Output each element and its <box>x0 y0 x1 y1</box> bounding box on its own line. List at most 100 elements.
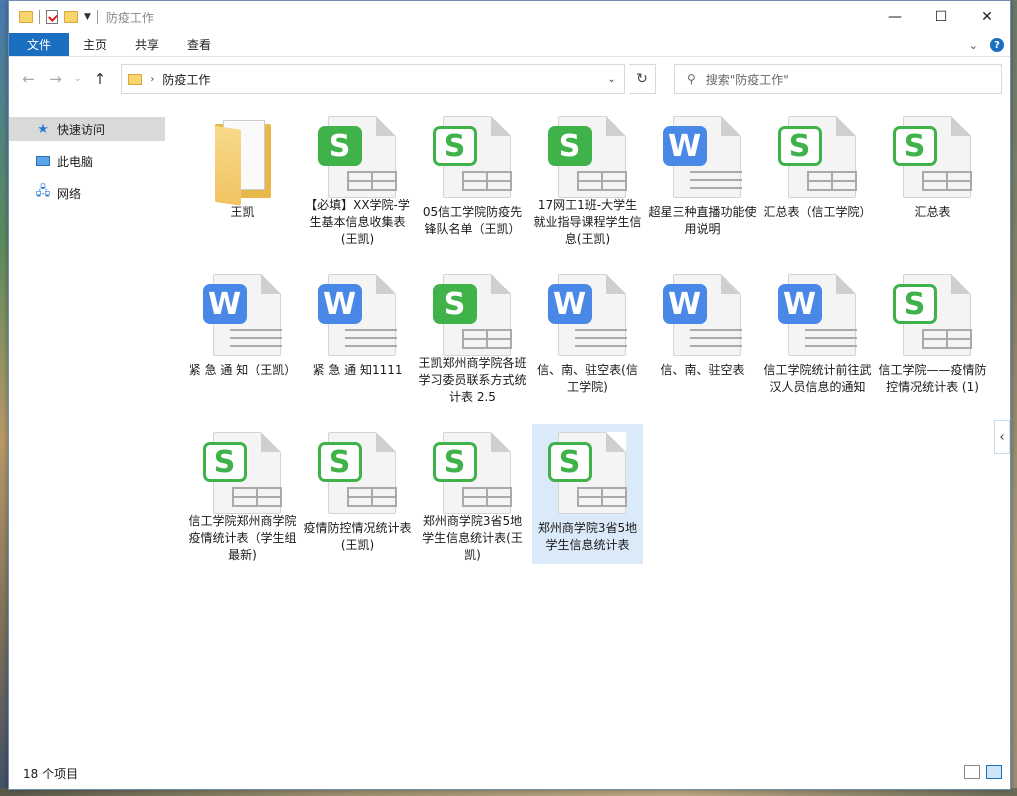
file-list: S王凯S【必填】XX学院-学生基本信息收集表(王凯)S05信工学院防疫先锋队名单… <box>167 102 1010 757</box>
file-name: 王凯 <box>230 205 255 219</box>
spreadsheet-icon: S <box>432 114 513 200</box>
document-icon: W <box>317 272 398 358</box>
close-button[interactable]: ✕ <box>964 1 1010 33</box>
tab-share[interactable]: 共享 <box>121 33 173 56</box>
explorer-window: ▼ 防疫工作 — ☐ ✕ 文件 主页 共享 查看 ⌄ ? ← → ⌄ ↑ › 防… <box>8 0 1011 790</box>
file-name: 疫情防控情况统计表(王凯) <box>303 521 412 552</box>
new-folder-icon[interactable] <box>64 11 78 23</box>
network-icon: 🖧 <box>35 184 51 199</box>
file-item[interactable]: S 17网工1班-大学生就业指导课程学生信息(王凯) <box>532 108 643 248</box>
file-item[interactable]: W 超星三种直播功能使用说明 <box>647 108 758 248</box>
file-name: 超星三种直播功能使用说明 <box>648 205 757 236</box>
file-item[interactable]: W 紧 急 通 知（王凯） <box>187 266 298 406</box>
file-item[interactable]: S 郑州商学院3省5地学生信息统计表 <box>532 424 643 564</box>
spreadsheet-icon: S <box>432 430 513 514</box>
main-area: ★ 快速访问 此电脑 🖧 网络 S王凯S【必填】XX学院-学生基本信息收集表(王… <box>9 102 1010 757</box>
item-count: 18 个项目 <box>23 766 79 781</box>
file-name: 紧 急 通 知1111 <box>312 363 403 377</box>
file-name: 信工学院统计前往武汉人员信息的通知 <box>763 363 872 394</box>
folder-icon: S <box>203 114 283 206</box>
file-name: 汇总表 <box>914 205 951 219</box>
file-grid: S王凯S【必填】XX学院-学生基本信息收集表(王凯)S05信工学院防疫先锋队名单… <box>187 108 992 582</box>
minimize-button[interactable]: — <box>872 1 918 33</box>
file-item[interactable]: S 汇总表（信工学院） <box>762 108 873 248</box>
view-buttons <box>964 765 1002 779</box>
chevron-down-icon[interactable]: ▼ <box>84 12 91 22</box>
tab-view[interactable]: 查看 <box>173 33 225 56</box>
nav-item-label: 快速访问 <box>57 122 106 137</box>
chevron-left-icon[interactable]: ‹ <box>994 420 1010 454</box>
search-input[interactable]: ⚲ 搜索"防疫工作" <box>673 64 1003 94</box>
nav-item-network[interactable]: 🖧 网络 <box>9 181 166 205</box>
document-icon: W <box>662 114 743 200</box>
ribbon-right-controls: ⌄ ? <box>969 33 1004 57</box>
file-name: 王凯郑州商学院各班学习委员联系方式统计表 2.5 <box>418 356 527 404</box>
file-name: 郑州商学院3省5地学生信息统计表(王凯) <box>422 514 523 562</box>
spreadsheet-icon: S <box>202 430 283 514</box>
expand-ribbon-icon[interactable]: ⌄ <box>969 39 978 52</box>
spreadsheet-icon: S <box>547 430 628 516</box>
spreadsheet-icon: S <box>777 114 858 200</box>
breadcrumb[interactable]: 防疫工作 <box>162 71 210 88</box>
title-bar: ▼ 防疫工作 — ☐ ✕ <box>9 1 1010 33</box>
nav-item-quick-access[interactable]: ★ 快速访问 <box>9 117 165 141</box>
nav-item-this-pc[interactable]: 此电脑 <box>9 149 166 173</box>
file-item[interactable]: S 疫情防控情况统计表(王凯) <box>302 424 413 564</box>
file-name: 信、南、驻空表 <box>660 363 745 377</box>
folder-icon[interactable] <box>19 11 33 23</box>
file-item[interactable]: S 信工学院——疫情防控情况统计表 (1) <box>877 266 988 406</box>
file-item[interactable]: S王凯 <box>187 108 298 248</box>
file-name: 信、南、驻空表(信工学院) <box>537 363 638 394</box>
nav-item-label: 此电脑 <box>57 154 94 169</box>
file-name: 信工学院郑州商学院疫情统计表（学生组最新) <box>188 514 297 562</box>
file-item[interactable]: S 汇总表 <box>877 108 988 248</box>
up-button[interactable]: ↑ <box>88 67 111 91</box>
details-view-icon[interactable] <box>964 765 980 779</box>
toolbar-divider <box>96 10 98 24</box>
file-item[interactable]: S 王凯郑州商学院各班学习委员联系方式统计表 2.5 <box>417 266 528 406</box>
properties-icon[interactable] <box>46 10 58 24</box>
spreadsheet-icon: S <box>547 114 628 198</box>
navigation-pane: ★ 快速访问 此电脑 🖧 网络 <box>9 102 167 757</box>
tab-home[interactable]: 主页 <box>69 33 121 56</box>
help-icon[interactable]: ? <box>990 38 1004 52</box>
document-icon: W <box>202 272 283 358</box>
address-dropdown-icon[interactable]: ⌄ <box>598 65 624 93</box>
file-name: 信工学院——疫情防控情况统计表 (1) <box>878 363 987 394</box>
large-icons-view-icon[interactable] <box>986 765 1002 779</box>
refresh-button[interactable]: ↻ <box>629 64 656 94</box>
file-item[interactable]: S 信工学院郑州商学院疫情统计表（学生组最新) <box>187 424 298 564</box>
recent-locations-icon[interactable]: ⌄ <box>71 67 84 91</box>
spreadsheet-icon: S <box>317 430 398 516</box>
file-name: 汇总表（信工学院） <box>763 205 872 219</box>
file-name: 紧 急 通 知（王凯） <box>188 363 297 377</box>
file-item[interactable]: W 信工学院统计前往武汉人员信息的通知 <box>762 266 873 406</box>
window-title: 防疫工作 <box>105 10 154 25</box>
file-item[interactable]: W 信、南、驻空表(信工学院) <box>532 266 643 406</box>
file-name: 17网工1班-大学生就业指导课程学生信息(王凯) <box>533 198 642 246</box>
tab-file[interactable]: 文件 <box>9 33 70 56</box>
computer-icon <box>35 154 51 168</box>
file-name: 05信工学院防疫先锋队名单（王凯） <box>422 205 523 236</box>
spreadsheet-icon: S <box>317 114 398 198</box>
status-bar: 18 个项目 <box>9 757 1010 789</box>
forward-button[interactable]: → <box>44 67 67 91</box>
ribbon-tabs: 文件 主页 共享 查看 ⌄ ? <box>9 33 1010 57</box>
file-item[interactable]: S 郑州商学院3省5地学生信息统计表(王凯) <box>417 424 528 564</box>
toolbar-divider <box>39 10 40 24</box>
quick-access-toolbar: ▼ <box>19 10 98 24</box>
chevron-right-icon[interactable]: › <box>150 74 154 85</box>
star-icon: ★ <box>37 121 49 137</box>
search-placeholder: 搜索"防疫工作" <box>705 72 789 87</box>
address-bar[interactable]: › 防疫工作 ⌄ <box>121 64 626 94</box>
file-item[interactable]: W 信、南、驻空表 <box>647 266 758 406</box>
spreadsheet-icon: S <box>892 114 973 200</box>
back-button[interactable]: ← <box>17 67 40 91</box>
spreadsheet-icon: S <box>892 272 973 358</box>
file-item[interactable]: W 紧 急 通 知1111 <box>302 266 413 406</box>
folder-icon <box>128 73 143 85</box>
document-icon: W <box>547 272 628 358</box>
file-item[interactable]: S 05信工学院防疫先锋队名单（王凯） <box>417 108 528 248</box>
maximize-button[interactable]: ☐ <box>918 1 964 33</box>
file-item[interactable]: S 【必填】XX学院-学生基本信息收集表(王凯) <box>302 108 413 248</box>
